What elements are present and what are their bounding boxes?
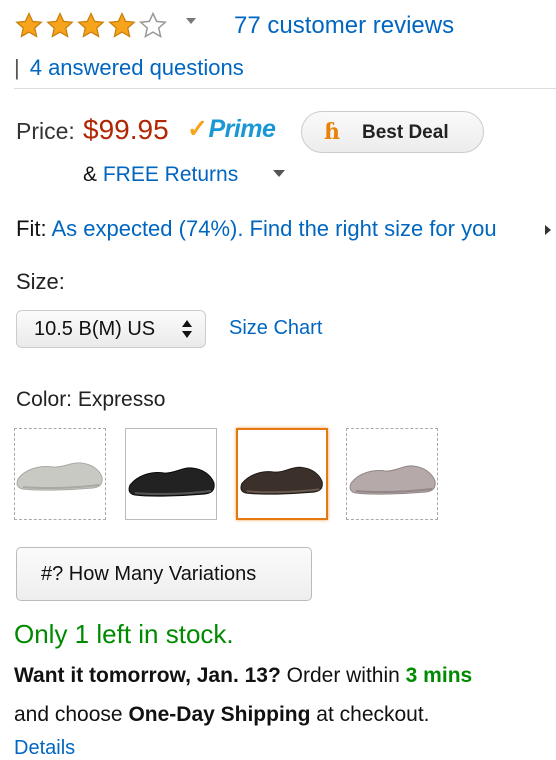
shoe-image [16, 462, 103, 491]
separator: | [14, 55, 20, 80]
star-icon [15, 12, 43, 38]
delivery-message: Want it tomorrow, Jan. 13? Order within … [14, 664, 472, 688]
find-size-link[interactable]: As expected (74%). Find the right size f… [51, 216, 496, 241]
color-swatch-black[interactable] [125, 428, 217, 520]
delivery-text: and choose [14, 703, 129, 726]
free-returns-link[interactable]: FREE Returns [103, 163, 238, 186]
customer-reviews-link[interactable]: 77 customer reviews [234, 12, 454, 40]
star-rating[interactable] [14, 11, 168, 41]
returns-prefix: & [83, 163, 103, 186]
countdown: 3 mins [405, 664, 473, 687]
divider [14, 88, 556, 89]
select-arrows-icon [182, 320, 192, 338]
delivery-text: Order within [280, 664, 406, 687]
delivery-message-2: and choose One-Day Shipping at checkout. [14, 703, 430, 727]
shoe-image [240, 466, 323, 495]
star-empty-icon [138, 11, 168, 38]
size-label: Size: [16, 269, 65, 294]
color-label: Color: Expresso [16, 388, 166, 411]
color-swatch-light-gray[interactable] [14, 428, 106, 520]
prime-check-icon: ✓ [187, 115, 208, 143]
chevron-down-icon[interactable] [186, 18, 196, 24]
star-icon [108, 12, 136, 38]
star-icon [46, 12, 74, 38]
price-amount: $99.95 [83, 114, 169, 145]
delivery-date: Want it tomorrow, Jan. 13? [14, 664, 281, 687]
shipping-option: One-Day Shipping [128, 703, 311, 726]
fit-info: Fit: As expected (74%). Find the right s… [16, 216, 497, 242]
chevron-right-icon[interactable] [545, 225, 551, 235]
answered-questions-link[interactable]: 4 answered questions [30, 55, 244, 80]
best-deal-button[interactable]: ɦ Best Deal [301, 111, 484, 153]
variations-button[interactable]: #? How Many Variations [16, 547, 312, 601]
size-select[interactable]: 10.5 B(M) US [16, 310, 206, 348]
shoe-image [349, 465, 436, 495]
prime-label: Prime [208, 115, 276, 143]
stock-status: Only 1 left in stock. [14, 619, 234, 649]
deal-logo-icon: ɦ [324, 119, 340, 145]
size-selected-value: 10.5 B(M) US [34, 318, 156, 340]
color-swatch-expresso[interactable] [236, 428, 328, 520]
star-icon [77, 12, 105, 38]
chevron-down-icon[interactable] [273, 170, 285, 177]
answered-questions: | 4 answered questions [14, 55, 244, 81]
delivery-text: at checkout. [310, 703, 430, 726]
fit-label: Fit: [16, 216, 52, 241]
variations-label: #? How Many Variations [41, 563, 257, 585]
color-swatch-taupe[interactable] [346, 428, 438, 520]
free-returns: & FREE Returns [83, 163, 238, 187]
best-deal-label: Best Deal [362, 122, 449, 143]
prime-badge[interactable]: ✓Prime [187, 114, 276, 144]
price-label: Price: [16, 118, 75, 144]
shoe-image [128, 467, 215, 497]
size-chart-link[interactable]: Size Chart [229, 317, 322, 340]
